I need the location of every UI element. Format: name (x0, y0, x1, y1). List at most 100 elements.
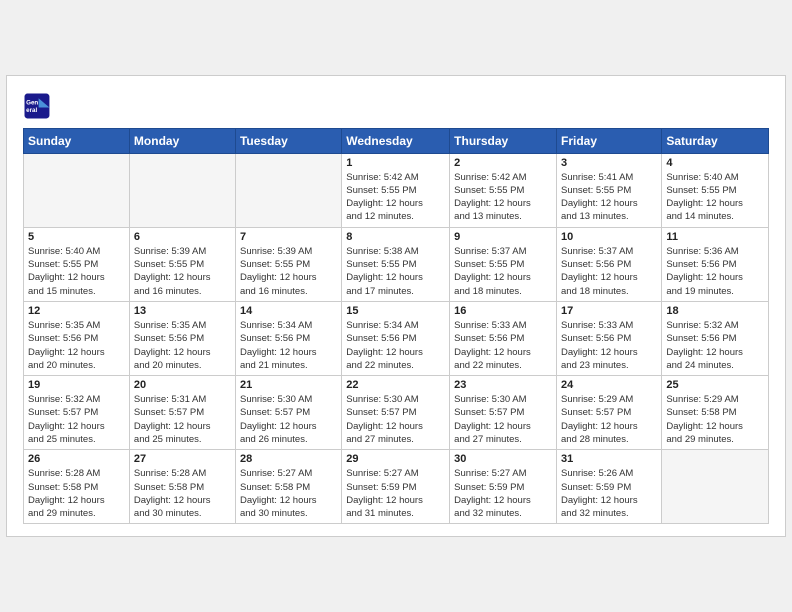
day-number: 24 (561, 379, 657, 391)
calendar-container: Gen eral SundayMondayTuesdayWednesdayThu… (6, 75, 786, 538)
day-number: 20 (134, 379, 231, 391)
weekday-header-monday: Monday (129, 128, 235, 153)
day-number: 26 (28, 453, 125, 465)
day-info: Sunrise: 5:29 AM Sunset: 5:57 PM Dayligh… (561, 393, 657, 446)
day-info: Sunrise: 5:28 AM Sunset: 5:58 PM Dayligh… (28, 467, 125, 520)
day-info: Sunrise: 5:33 AM Sunset: 5:56 PM Dayligh… (561, 319, 657, 372)
weekday-header-saturday: Saturday (662, 128, 769, 153)
day-info: Sunrise: 5:34 AM Sunset: 5:56 PM Dayligh… (240, 319, 337, 372)
day-number: 9 (454, 231, 552, 243)
day-number: 1 (346, 157, 445, 169)
svg-text:Gen: Gen (26, 99, 38, 106)
day-number: 4 (666, 157, 764, 169)
day-info: Sunrise: 5:39 AM Sunset: 5:55 PM Dayligh… (134, 245, 231, 298)
day-info: Sunrise: 5:29 AM Sunset: 5:58 PM Dayligh… (666, 393, 764, 446)
day-info: Sunrise: 5:42 AM Sunset: 5:55 PM Dayligh… (454, 171, 552, 224)
week-row-5: 26 Sunrise: 5:28 AM Sunset: 5:58 PM Dayli… (24, 450, 769, 524)
day-number: 25 (666, 379, 764, 391)
day-info: Sunrise: 5:36 AM Sunset: 5:56 PM Dayligh… (666, 245, 764, 298)
day-number: 16 (454, 305, 552, 317)
calendar-cell: 2 Sunrise: 5:42 AM Sunset: 5:55 PM Daylig… (450, 153, 557, 227)
calendar-cell: 17 Sunrise: 5:33 AM Sunset: 5:56 PM Dayli… (557, 301, 662, 375)
day-number: 13 (134, 305, 231, 317)
day-number: 3 (561, 157, 657, 169)
day-number: 29 (346, 453, 445, 465)
calendar-cell: 3 Sunrise: 5:41 AM Sunset: 5:55 PM Daylig… (557, 153, 662, 227)
calendar-cell: 11 Sunrise: 5:36 AM Sunset: 5:56 PM Dayli… (662, 227, 769, 301)
weekday-header-friday: Friday (557, 128, 662, 153)
day-number: 11 (666, 231, 764, 243)
calendar-cell: 30Sunrise: 5:27 AM Sunset: 5:59 PM Dayli… (450, 450, 557, 524)
day-info: Sunrise: 5:35 AM Sunset: 5:56 PM Dayligh… (134, 319, 231, 372)
week-row-2: 5 Sunrise: 5:40 AM Sunset: 5:55 PM Daylig… (24, 227, 769, 301)
day-info: Sunrise: 5:41 AM Sunset: 5:55 PM Dayligh… (561, 171, 657, 224)
day-info: Sunrise: 5:27 AM Sunset: 5:59 PM Dayligh… (346, 467, 445, 520)
calendar-cell (662, 450, 769, 524)
day-info: Sunrise: 5:32 AM Sunset: 5:56 PM Dayligh… (666, 319, 764, 372)
day-number: 21 (240, 379, 337, 391)
calendar-cell: 20 Sunrise: 5:31 AM Sunset: 5:57 PM Dayli… (129, 376, 235, 450)
day-number: 22 (346, 379, 445, 391)
day-info: Sunrise: 5:37 AM Sunset: 5:56 PM Dayligh… (561, 245, 657, 298)
day-number: 18 (666, 305, 764, 317)
day-info: Sunrise: 5:27 AM Sunset: 5:58 PM Dayligh… (240, 467, 337, 520)
week-row-4: 19 Sunrise: 5:32 AM Sunset: 5:57 PM Dayli… (24, 376, 769, 450)
calendar-cell: 1 Sunrise: 5:42 AM Sunset: 5:55 PM Daylig… (342, 153, 450, 227)
day-info: Sunrise: 5:39 AM Sunset: 5:55 PM Dayligh… (240, 245, 337, 298)
day-info: Sunrise: 5:40 AM Sunset: 5:55 PM Dayligh… (666, 171, 764, 224)
calendar-cell: 15Sunrise: 5:34 AM Sunset: 5:56 PM Dayli… (342, 301, 450, 375)
day-number: 7 (240, 231, 337, 243)
day-info: Sunrise: 5:27 AM Sunset: 5:59 PM Dayligh… (454, 467, 552, 520)
day-info: Sunrise: 5:26 AM Sunset: 5:59 PM Dayligh… (561, 467, 657, 520)
calendar-cell: 9 Sunrise: 5:37 AM Sunset: 5:55 PM Daylig… (450, 227, 557, 301)
calendar-cell: 24 Sunrise: 5:29 AM Sunset: 5:57 PM Dayli… (557, 376, 662, 450)
calendar-cell: 8Sunrise: 5:38 AM Sunset: 5:55 PM Daylig… (342, 227, 450, 301)
day-info: Sunrise: 5:42 AM Sunset: 5:55 PM Dayligh… (346, 171, 445, 224)
calendar-grid: SundayMondayTuesdayWednesdayThursdayFrid… (23, 128, 769, 525)
logo: Gen eral (23, 92, 55, 120)
day-number: 17 (561, 305, 657, 317)
calendar-cell: 23Sunrise: 5:30 AM Sunset: 5:57 PM Dayli… (450, 376, 557, 450)
day-info: Sunrise: 5:32 AM Sunset: 5:57 PM Dayligh… (28, 393, 125, 446)
weekday-header-tuesday: Tuesday (235, 128, 341, 153)
calendar-cell: 16 Sunrise: 5:33 AM Sunset: 5:56 PM Dayli… (450, 301, 557, 375)
day-info: Sunrise: 5:30 AM Sunset: 5:57 PM Dayligh… (454, 393, 552, 446)
calendar-cell: 28Sunrise: 5:27 AM Sunset: 5:58 PM Dayli… (235, 450, 341, 524)
calendar-cell: 26 Sunrise: 5:28 AM Sunset: 5:58 PM Dayli… (24, 450, 130, 524)
weekday-header-sunday: Sunday (24, 128, 130, 153)
calendar-cell: 18 Sunrise: 5:32 AM Sunset: 5:56 PM Dayli… (662, 301, 769, 375)
day-info: Sunrise: 5:30 AM Sunset: 5:57 PM Dayligh… (240, 393, 337, 446)
calendar-cell: 7 Sunrise: 5:39 AM Sunset: 5:55 PM Daylig… (235, 227, 341, 301)
day-number: 12 (28, 305, 125, 317)
calendar-cell: 13 Sunrise: 5:35 AM Sunset: 5:56 PM Dayli… (129, 301, 235, 375)
day-number: 6 (134, 231, 231, 243)
calendar-cell (129, 153, 235, 227)
day-info: Sunrise: 5:40 AM Sunset: 5:55 PM Dayligh… (28, 245, 125, 298)
day-number: 2 (454, 157, 552, 169)
day-info: Sunrise: 5:28 AM Sunset: 5:58 PM Dayligh… (134, 467, 231, 520)
day-number: 10 (561, 231, 657, 243)
day-number: 14 (240, 305, 337, 317)
weekday-header-row: SundayMondayTuesdayWednesdayThursdayFrid… (24, 128, 769, 153)
day-number: 15 (346, 305, 445, 317)
day-info: Sunrise: 5:38 AM Sunset: 5:55 PM Dayligh… (346, 245, 445, 298)
day-number: 5 (28, 231, 125, 243)
day-info: Sunrise: 5:30 AM Sunset: 5:57 PM Dayligh… (346, 393, 445, 446)
day-number: 31 (561, 453, 657, 465)
calendar-cell (24, 153, 130, 227)
logo-icon: Gen eral (23, 92, 51, 120)
calendar-cell: 22 Sunrise: 5:30 AM Sunset: 5:57 PM Dayli… (342, 376, 450, 450)
day-info: Sunrise: 5:33 AM Sunset: 5:56 PM Dayligh… (454, 319, 552, 372)
svg-text:eral: eral (26, 107, 37, 114)
day-info: Sunrise: 5:35 AM Sunset: 5:56 PM Dayligh… (28, 319, 125, 372)
day-number: 27 (134, 453, 231, 465)
week-row-3: 12 Sunrise: 5:35 AM Sunset: 5:56 PM Dayli… (24, 301, 769, 375)
calendar-cell: 14 Sunrise: 5:34 AM Sunset: 5:56 PM Dayli… (235, 301, 341, 375)
calendar-cell (235, 153, 341, 227)
weekday-header-wednesday: Wednesday (342, 128, 450, 153)
day-info: Sunrise: 5:37 AM Sunset: 5:55 PM Dayligh… (454, 245, 552, 298)
day-number: 19 (28, 379, 125, 391)
calendar-cell: 12 Sunrise: 5:35 AM Sunset: 5:56 PM Dayli… (24, 301, 130, 375)
calendar-cell: 21 Sunrise: 5:30 AM Sunset: 5:57 PM Dayli… (235, 376, 341, 450)
day-info: Sunrise: 5:31 AM Sunset: 5:57 PM Dayligh… (134, 393, 231, 446)
